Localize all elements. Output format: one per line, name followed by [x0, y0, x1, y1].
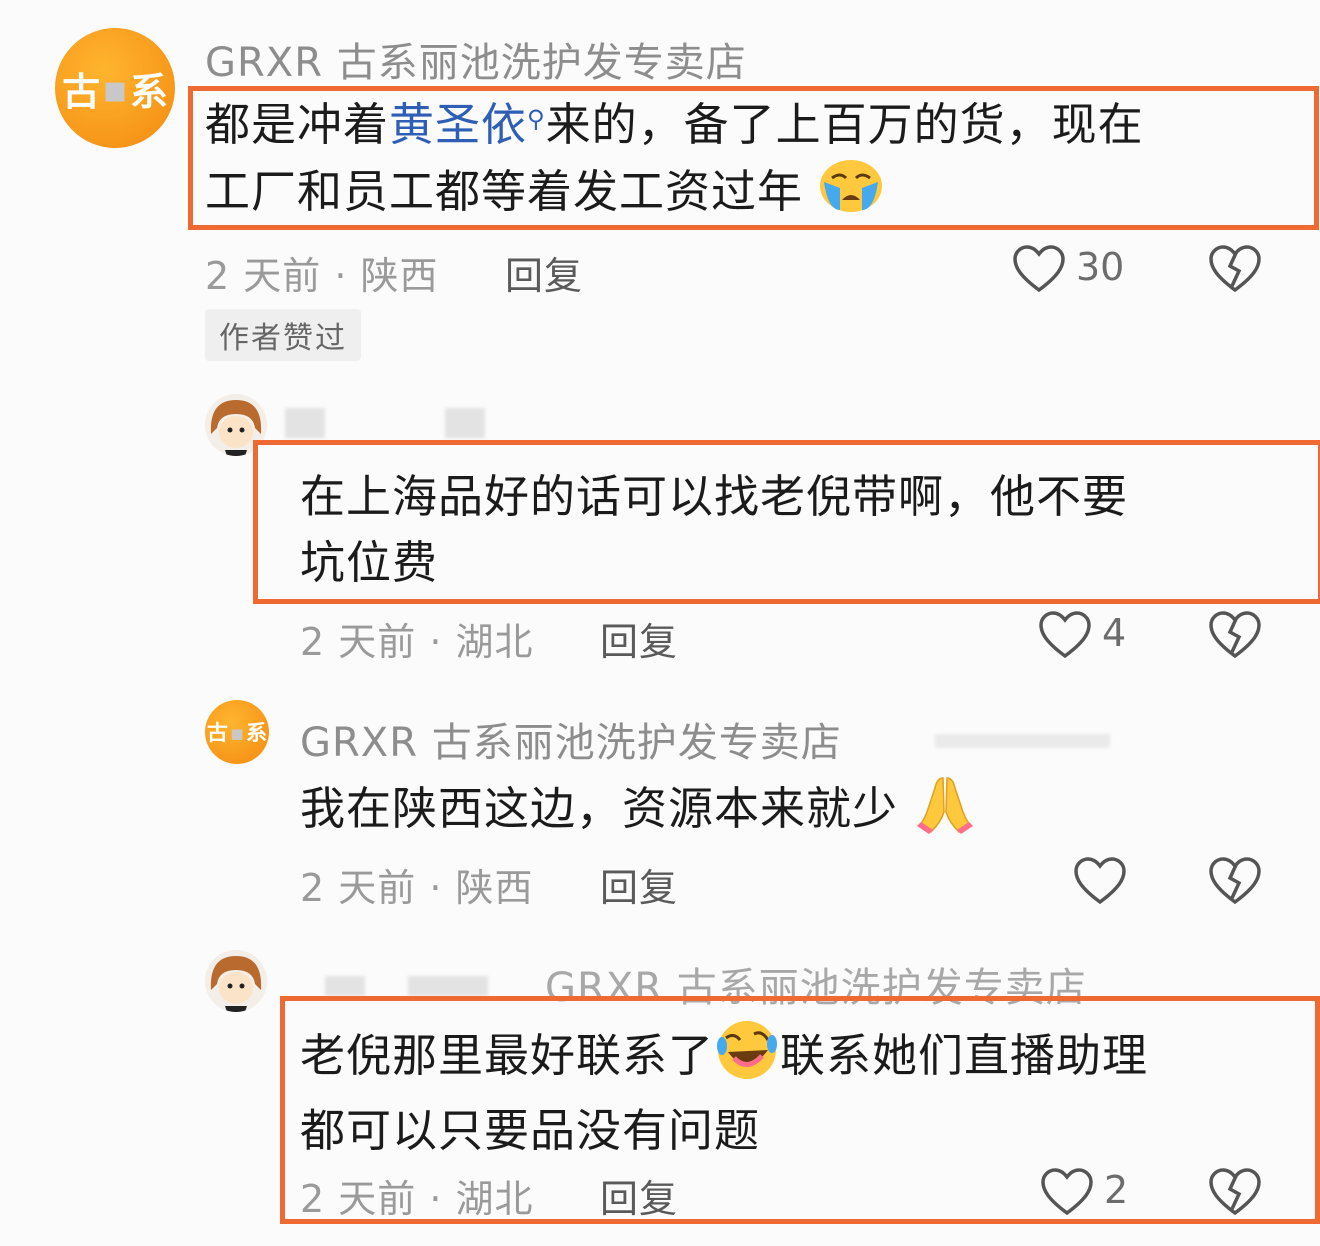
heart-icon[interactable] — [1038, 610, 1092, 660]
highlight-box — [280, 996, 1320, 1224]
reply-button[interactable]: 回复 — [505, 245, 583, 300]
blurred-username — [285, 408, 325, 438]
highlight-box — [188, 86, 1319, 230]
blurred-username — [408, 976, 488, 996]
author-liked-badge: 作者赞过 — [205, 309, 361, 361]
comment-time-location: 2 天前 · 陕西 — [300, 866, 534, 910]
avatar-char-2: 系 — [246, 720, 268, 745]
dislike-icon[interactable] — [1208, 244, 1262, 294]
comment-time-location: 2 天前 · 陕西 — [205, 254, 439, 298]
folded-hands-icon — [913, 772, 977, 852]
avatar-char-1: 古 — [62, 68, 101, 114]
heart-icon[interactable] — [1073, 856, 1127, 906]
avatar-char-1: 古 — [206, 720, 228, 745]
comment-line-1: 我在陕西这边，资源本来就少 — [300, 772, 1300, 852]
like-count: 30 — [1076, 245, 1125, 289]
dislike-icon[interactable] — [1208, 856, 1262, 906]
blurred-username — [325, 976, 365, 996]
shop-avatar[interactable]: 古 ▪ 系 — [205, 700, 269, 764]
blurred-text — [935, 734, 1110, 748]
user-avatar[interactable] — [205, 950, 267, 1012]
blurred-username — [445, 408, 485, 438]
comment-time-location: 2 天前 · 湖北 — [300, 620, 534, 664]
reply-button[interactable]: 回复 — [600, 611, 678, 666]
comment-text: 我在陕西这边，资源本来就少 — [300, 772, 1300, 852]
avatar-char-2: 系 — [129, 68, 168, 114]
comment-username[interactable]: GRXR 古系丽池洗护发专卖店 — [205, 30, 747, 88]
like-count: 4 — [1102, 611, 1127, 655]
dislike-icon[interactable] — [1208, 610, 1262, 660]
comment-username[interactable]: GRXR 古系丽池洗护发专卖店 — [300, 710, 842, 768]
cartoon-face-icon — [205, 950, 267, 1012]
highlight-box — [253, 440, 1320, 604]
heart-icon[interactable] — [1012, 244, 1066, 294]
shop-avatar[interactable]: 古 ▪ 系 — [55, 28, 175, 148]
reply-button[interactable]: 回复 — [600, 857, 678, 912]
